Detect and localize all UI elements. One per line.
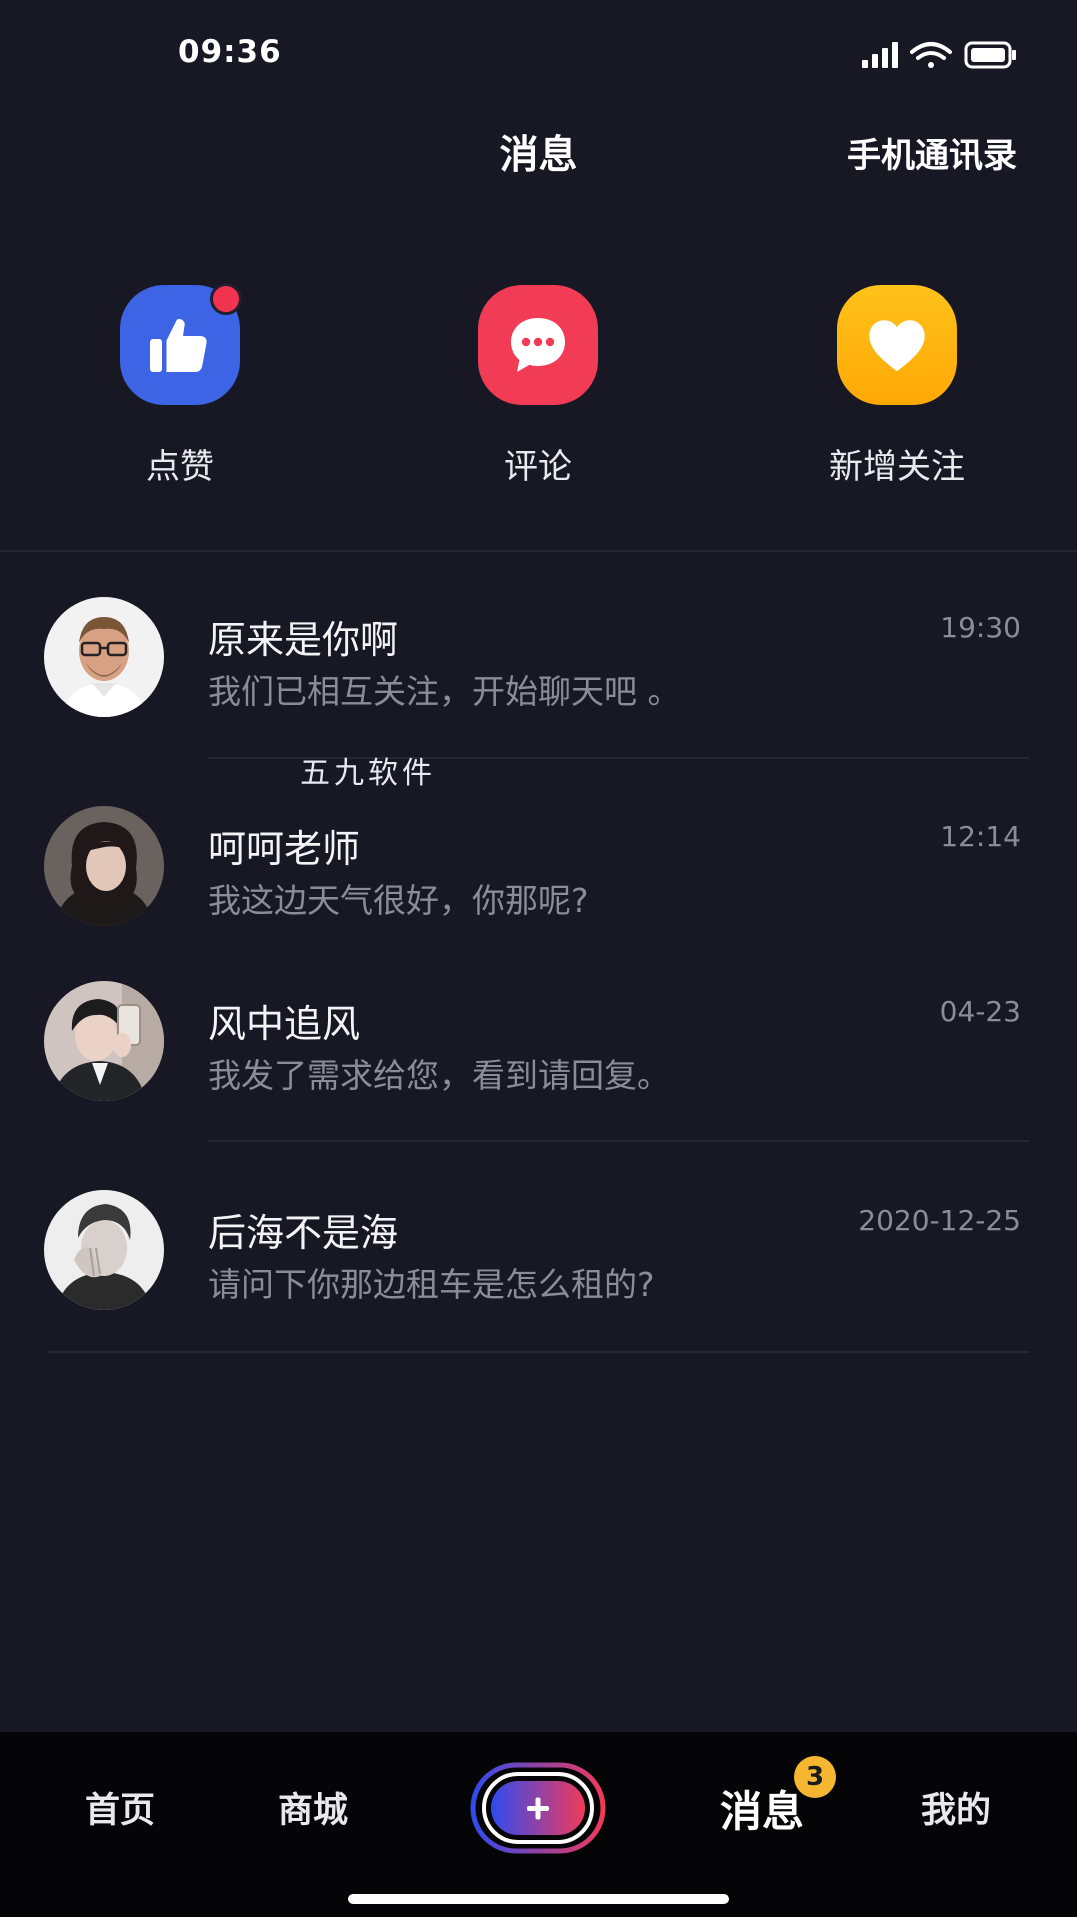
section-divider [0, 550, 1077, 552]
message-preview: 请问下你那边租车是怎么租的? [208, 1265, 655, 1304]
comments-label: 评论 [504, 447, 572, 487]
phone-contacts-link[interactable]: 手机通讯录 [847, 128, 1017, 177]
unread-badge: 3 [794, 1756, 836, 1798]
status-icons [862, 41, 1016, 69]
message-time: 2020-12-25 [858, 1204, 1021, 1237]
thumbs-up-icon [120, 283, 242, 405]
row-divider [208, 1140, 1029, 1142]
avatar [44, 981, 164, 1101]
message-time: 12:14 [940, 820, 1021, 853]
avatar [44, 806, 164, 926]
conversation-row[interactable]: 后海不是海 请问下你那边租车是怎么租的? 2020-12-25 [0, 1190, 1077, 1353]
message-time: 19:30 [940, 611, 1021, 644]
contact-name: 后海不是海 [208, 1211, 399, 1255]
new-followers-tile[interactable]: 新增关注 [797, 285, 997, 488]
new-followers-label: 新增关注 [829, 447, 965, 487]
conversation-row[interactable]: 呵呵老师 我这边天气很好，你那呢? 12:14 [0, 806, 1077, 956]
notification-dot [210, 283, 242, 315]
likes-tile[interactable]: 点赞 [80, 283, 280, 488]
avatar [44, 597, 164, 717]
contact-name: 风中追风 [208, 1002, 361, 1046]
contact-name: 原来是你啊 [208, 618, 399, 662]
contact-name: 呵呵老师 [208, 827, 361, 871]
status-time: 09:36 [178, 34, 282, 70]
comment-icon [478, 285, 598, 405]
comments-tile[interactable]: 评论 [438, 285, 638, 488]
add-post-button[interactable] [470, 1762, 606, 1854]
watermark-text: 五九软件 [300, 756, 436, 791]
row-divider [48, 1351, 1029, 1353]
message-preview: 我们已相互关注，开始聊天吧 。 [208, 672, 681, 711]
tab-home[interactable]: 首页 [85, 1782, 155, 1833]
bottom-tab-bar: 首页 商城 消息 3 我的 [0, 1732, 1077, 1917]
battery-icon [964, 41, 1016, 69]
tab-mall[interactable]: 商城 [278, 1782, 348, 1833]
avatar [44, 1190, 164, 1310]
tab-messages[interactable]: 消息 [720, 1778, 804, 1839]
signal-icon [862, 42, 898, 68]
home-indicator [348, 1894, 729, 1904]
message-time: 04-23 [939, 995, 1021, 1028]
likes-label: 点赞 [146, 447, 214, 487]
message-preview: 我发了需求给您，看到请回复。 [208, 1056, 670, 1095]
heart-icon [837, 285, 957, 405]
tab-profile[interactable]: 我的 [921, 1782, 991, 1833]
message-preview: 我这边天气很好，你那呢? [208, 881, 589, 920]
conversation-row[interactable]: 原来是你啊 我们已相互关注，开始聊天吧 。 19:30 [0, 597, 1077, 759]
wifi-icon [910, 42, 952, 68]
conversation-row[interactable]: 风中追风 我发了需求给您，看到请回复。 04-23 [0, 981, 1077, 1142]
